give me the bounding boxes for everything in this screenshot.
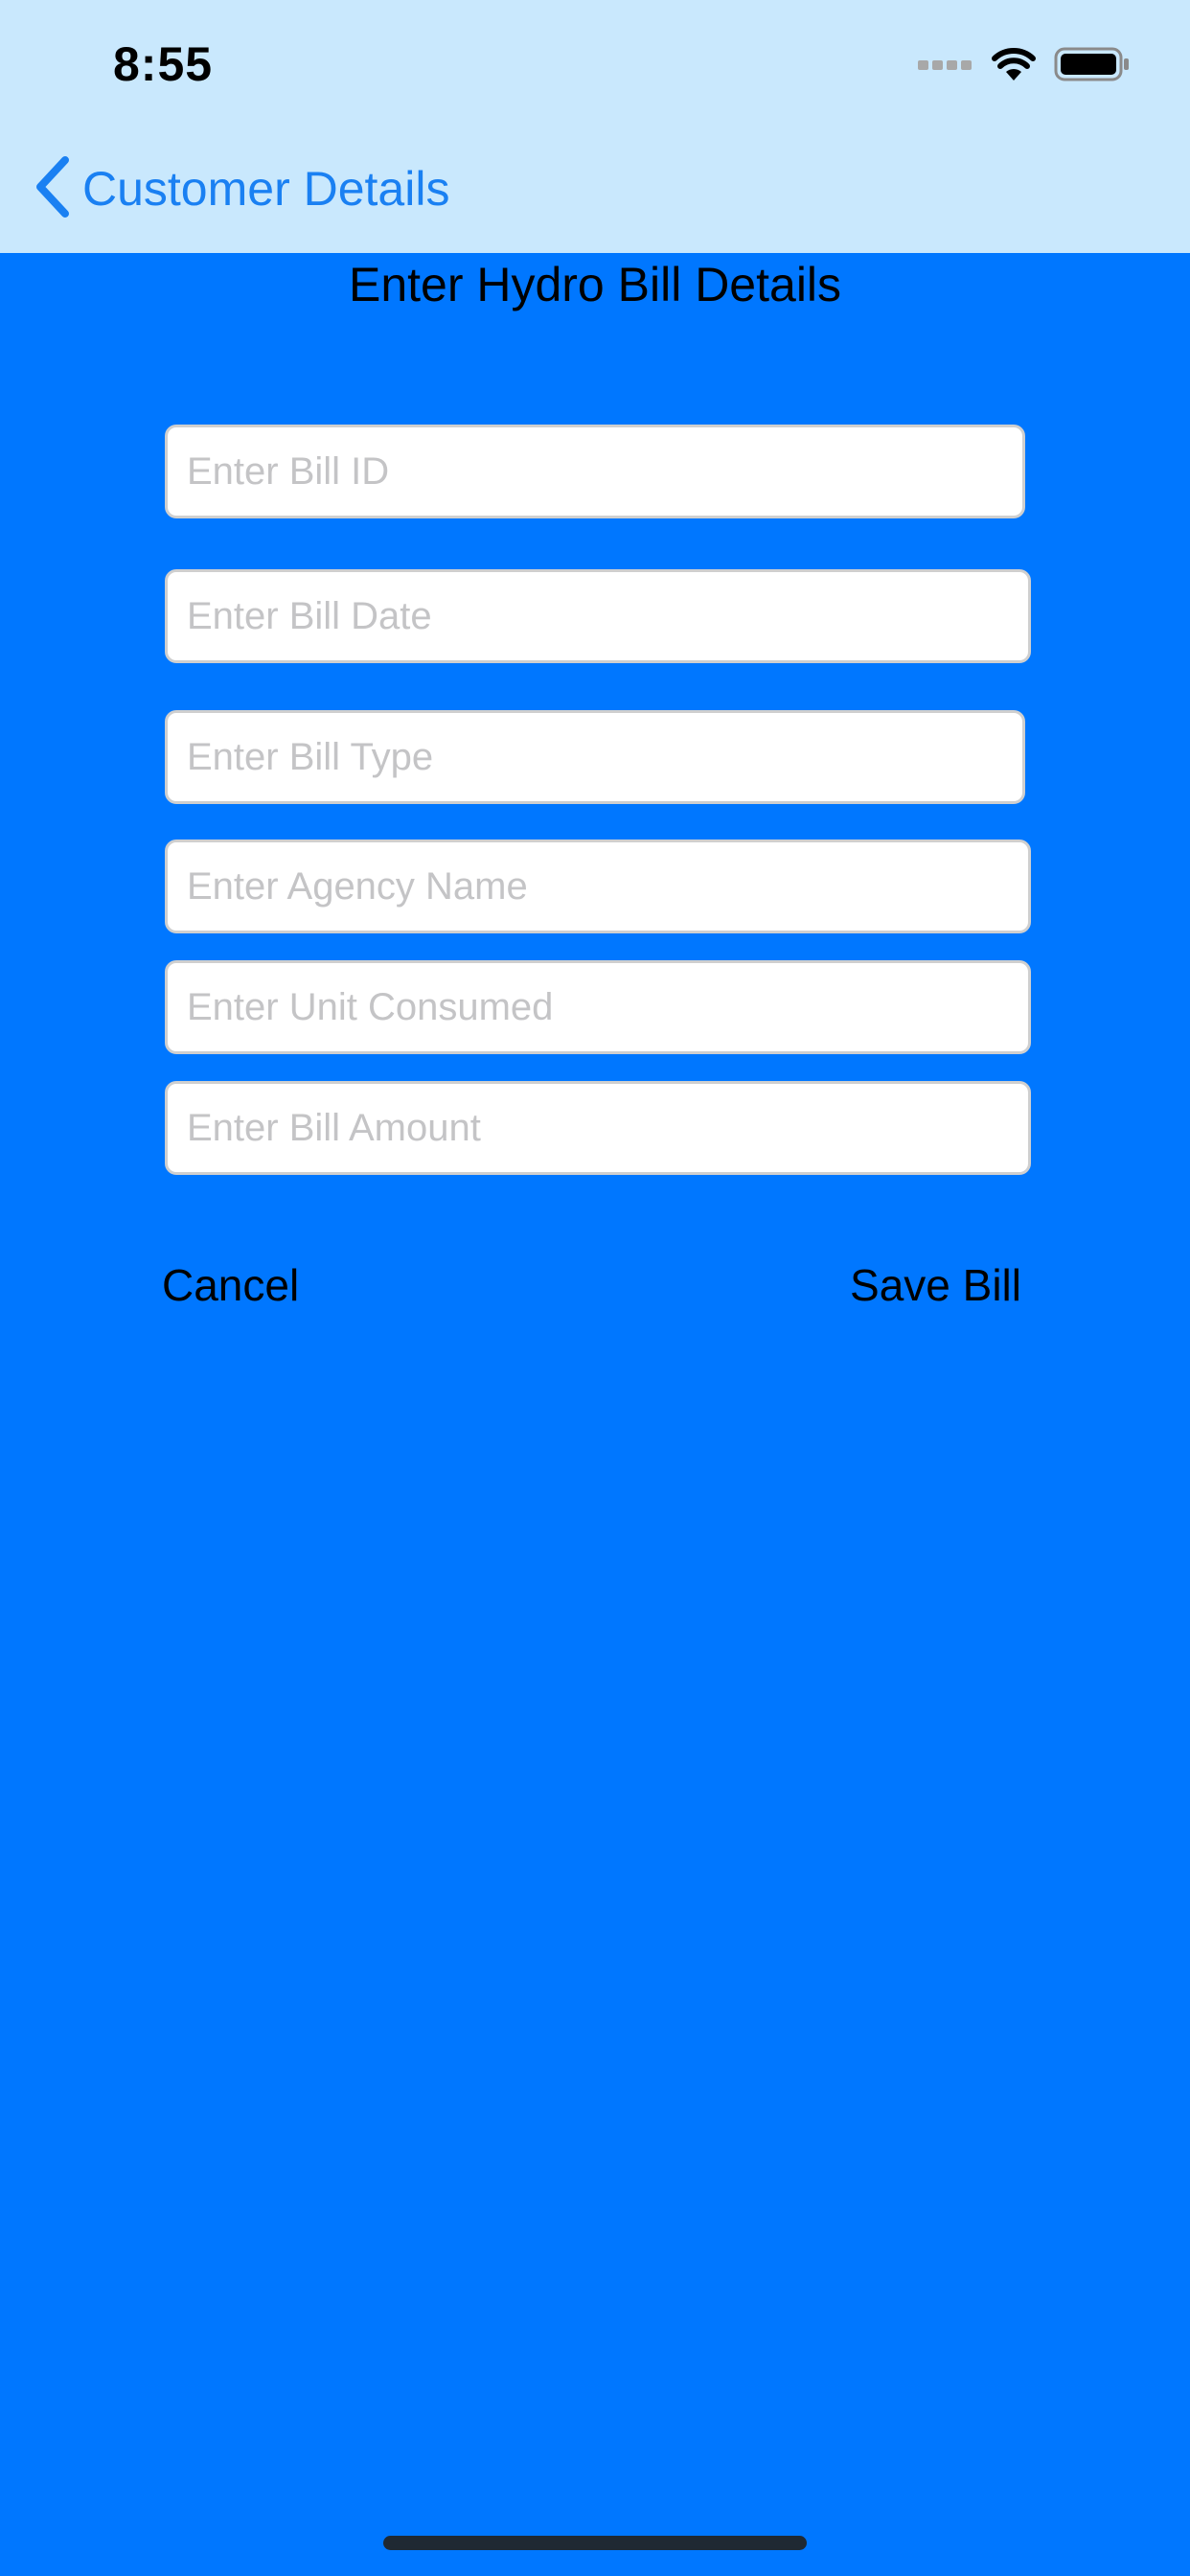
- signal-icon: [918, 58, 973, 76]
- bill-type-input[interactable]: [165, 710, 1025, 804]
- save-bill-button[interactable]: Save Bill: [850, 1259, 1021, 1311]
- status-bar: 8:55: [0, 0, 1190, 126]
- chevron-left-icon: [34, 155, 71, 222]
- back-button[interactable]: Customer Details: [34, 155, 449, 222]
- cancel-button[interactable]: Cancel: [162, 1259, 299, 1311]
- bill-id-input[interactable]: [165, 425, 1025, 518]
- status-time: 8:55: [113, 37, 214, 91]
- agency-name-input[interactable]: [165, 840, 1031, 933]
- unit-consumed-input[interactable]: [165, 960, 1031, 1054]
- navigation-bar: Customer Details: [0, 126, 1190, 253]
- home-indicator[interactable]: [383, 2536, 807, 2550]
- battery-icon: [1054, 46, 1131, 87]
- bill-date-input[interactable]: [165, 569, 1031, 663]
- wifi-icon: [991, 46, 1037, 87]
- page-title: Enter Hydro Bill Details: [348, 258, 842, 311]
- status-icons: [918, 42, 1131, 90]
- back-button-label: Customer Details: [82, 162, 450, 216]
- bill-amount-input[interactable]: [165, 1081, 1031, 1175]
